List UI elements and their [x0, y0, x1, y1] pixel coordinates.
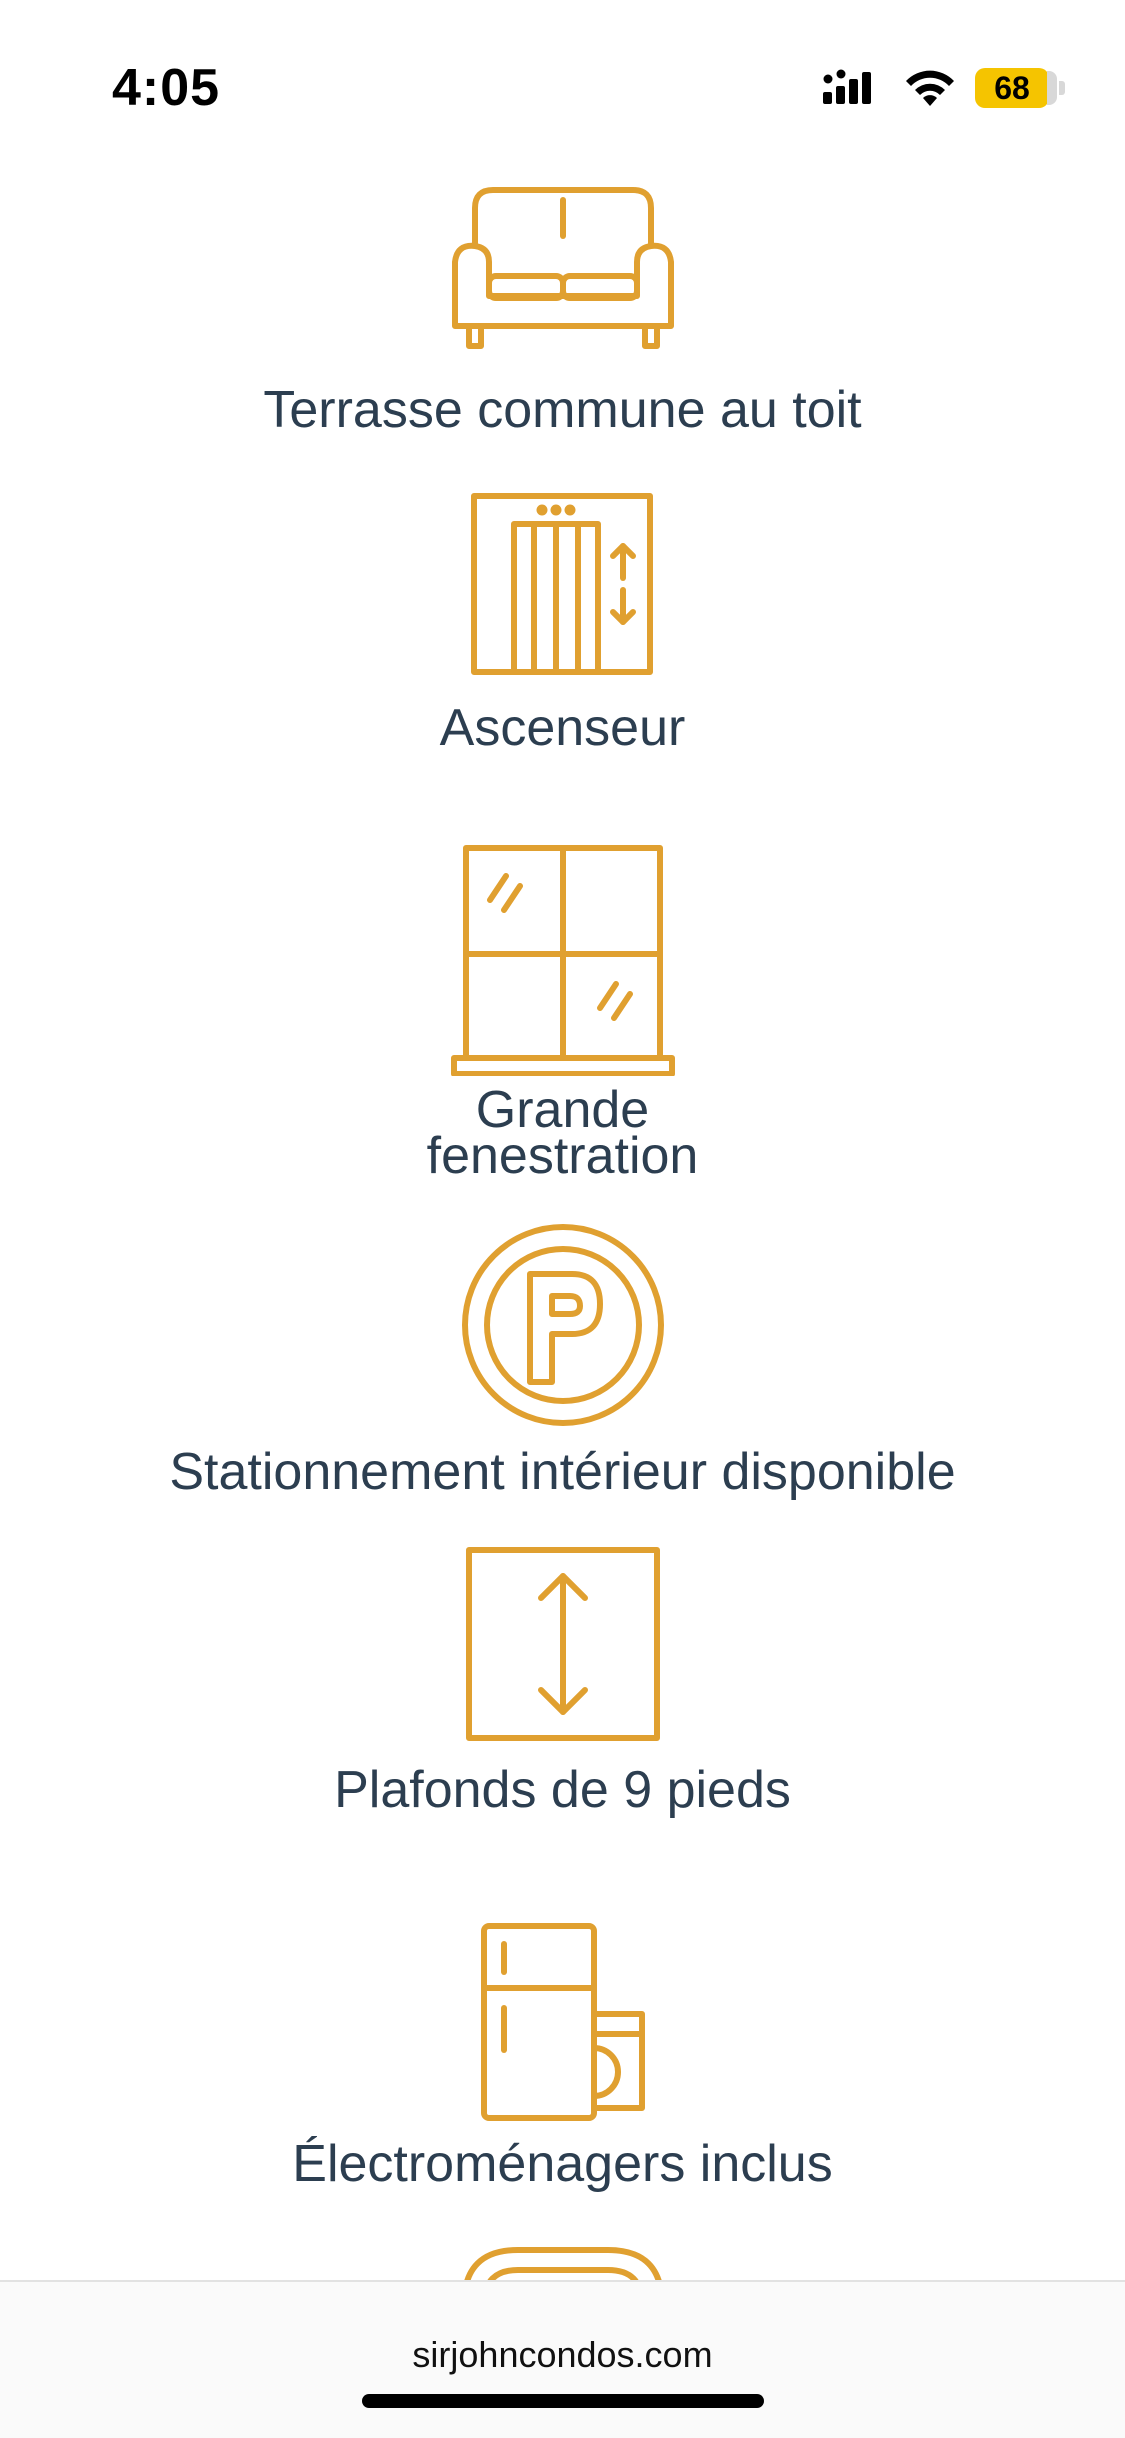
battery-icon: 68	[975, 68, 1065, 108]
wifi-icon	[906, 70, 954, 106]
feature-label: Plafonds de 9 pieds	[334, 1761, 791, 1819]
feature-label: Électroménagers inclus	[292, 2135, 833, 2193]
feature-rooftop-terrace: Terrasse commune au toit	[0, 170, 1125, 450]
home-indicator[interactable]	[362, 2394, 764, 2408]
battery-level: 68	[975, 68, 1049, 108]
url-label[interactable]: sirjohncondos.com	[0, 2334, 1125, 2376]
feature-elevator: Ascenseur	[0, 490, 1125, 770]
status-indicators: 68	[823, 64, 1065, 112]
cellular-signal-icon	[823, 69, 871, 104]
elevator-icon	[470, 493, 653, 675]
feature-label: Terrasse commune au toit	[263, 381, 862, 439]
window-icon	[450, 845, 675, 1076]
feature-label: Stationnement intérieur disponible	[169, 1443, 956, 1501]
feature-large-windows: Grande fenestration	[0, 840, 1125, 1185]
feature-label: Ascenseur	[439, 699, 686, 757]
feature-appliances: Électroménagers inclus	[0, 1918, 1125, 2218]
feature-ceiling-height: Plafonds de 9 pieds	[0, 1544, 1125, 1844]
sofa-icon	[451, 187, 674, 349]
parking-icon	[461, 1224, 664, 1426]
battery-remaining	[1047, 71, 1057, 105]
status-time: 4:05	[112, 59, 221, 117]
appliances-icon	[480, 1923, 645, 2121]
ceiling-height-icon	[465, 1547, 660, 1741]
feature-indoor-parking: Stationnement intérieur disponible	[0, 1222, 1125, 1512]
browser-footer: sirjohncondos.com	[0, 2280, 1125, 2438]
feature-label-line2: fenestration	[426, 1127, 699, 1185]
battery-cap	[1059, 81, 1065, 95]
status-bar: 4:05 68	[0, 0, 1125, 150]
